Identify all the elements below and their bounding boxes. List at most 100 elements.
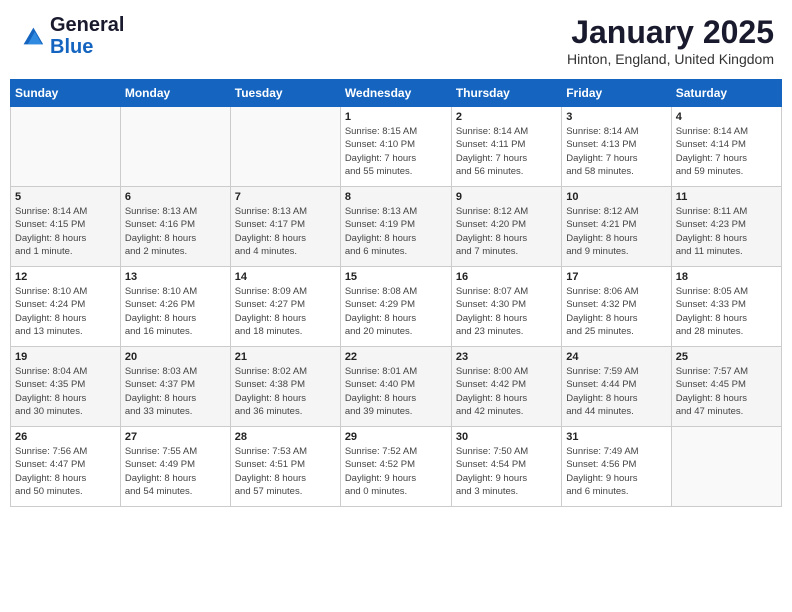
weekday-header: Wednesday bbox=[340, 80, 451, 107]
day-number: 13 bbox=[125, 271, 226, 283]
day-info: Sunrise: 8:03 AM Sunset: 4:37 PM Dayligh… bbox=[125, 365, 226, 418]
day-info: Sunrise: 7:59 AM Sunset: 4:44 PM Dayligh… bbox=[566, 365, 666, 418]
day-number: 17 bbox=[566, 271, 666, 283]
calendar-header-row: SundayMondayTuesdayWednesdayThursdayFrid… bbox=[11, 80, 782, 107]
day-number: 14 bbox=[235, 271, 336, 283]
day-number: 22 bbox=[345, 351, 447, 363]
day-info: Sunrise: 7:53 AM Sunset: 4:51 PM Dayligh… bbox=[235, 445, 336, 498]
day-info: Sunrise: 7:55 AM Sunset: 4:49 PM Dayligh… bbox=[125, 445, 226, 498]
calendar-cell bbox=[671, 427, 781, 507]
calendar-cell: 5Sunrise: 8:14 AM Sunset: 4:15 PM Daylig… bbox=[11, 187, 121, 267]
calendar-cell: 11 Sunrise: 8:11 AM Sunset: 4:23 PM Dayli… bbox=[671, 187, 781, 267]
day-info: Sunrise: 7:49 AM Sunset: 4:56 PM Dayligh… bbox=[566, 445, 666, 498]
calendar-cell: 4Sunrise: 8:14 AM Sunset: 4:14 PM Daylig… bbox=[671, 107, 781, 187]
day-info: Sunrise: 8:04 AM Sunset: 4:35 PM Dayligh… bbox=[15, 365, 116, 418]
calendar-table: SundayMondayTuesdayWednesdayThursdayFrid… bbox=[10, 79, 782, 507]
day-number: 3 bbox=[566, 111, 666, 123]
calendar-cell: 6 Sunrise: 8:13 AM Sunset: 4:16 PM Daylig… bbox=[120, 187, 230, 267]
day-number: 30 bbox=[456, 431, 557, 443]
day-info: Sunrise: 7:50 AM Sunset: 4:54 PM Dayligh… bbox=[456, 445, 557, 498]
day-info: Sunrise: 8:00 AM Sunset: 4:42 PM Dayligh… bbox=[456, 365, 557, 418]
weekday-header: Friday bbox=[562, 80, 671, 107]
calendar-week-row: 12 Sunrise: 8:10 AM Sunset: 4:24 PM Dayli… bbox=[11, 267, 782, 347]
day-info: Sunrise: 8:12 AM Sunset: 4:20 PM Dayligh… bbox=[456, 205, 557, 258]
day-info: Sunrise: 8:07 AM Sunset: 4:30 PM Dayligh… bbox=[456, 285, 557, 338]
day-number: 12 bbox=[15, 271, 116, 283]
calendar-cell: 25 Sunrise: 7:57 AM Sunset: 4:45 PM Dayli… bbox=[671, 347, 781, 427]
title-area: January 2025 Hinton, England, United Kin… bbox=[567, 14, 774, 67]
day-info: Sunrise: 8:01 AM Sunset: 4:40 PM Dayligh… bbox=[345, 365, 447, 418]
day-info: Sunrise: 8:05 AM Sunset: 4:33 PM Dayligh… bbox=[676, 285, 777, 338]
calendar-cell: 19 Sunrise: 8:04 AM Sunset: 4:35 PM Dayli… bbox=[11, 347, 121, 427]
calendar-cell: 27 Sunrise: 7:55 AM Sunset: 4:49 PM Dayli… bbox=[120, 427, 230, 507]
calendar-cell: 7 Sunrise: 8:13 AM Sunset: 4:17 PM Daylig… bbox=[230, 187, 340, 267]
calendar-cell: 9 Sunrise: 8:12 AM Sunset: 4:20 PM Daylig… bbox=[451, 187, 561, 267]
day-number: 28 bbox=[235, 431, 336, 443]
calendar-cell: 18Sunrise: 8:05 AM Sunset: 4:33 PM Dayli… bbox=[671, 267, 781, 347]
day-info: Sunrise: 8:14 AM Sunset: 4:11 PM Dayligh… bbox=[456, 125, 557, 178]
weekday-header: Tuesday bbox=[230, 80, 340, 107]
day-info: Sunrise: 8:14 AM Sunset: 4:14 PM Dayligh… bbox=[676, 125, 777, 178]
location: Hinton, England, United Kingdom bbox=[567, 51, 774, 67]
day-number: 21 bbox=[235, 351, 336, 363]
day-info: Sunrise: 7:56 AM Sunset: 4:47 PM Dayligh… bbox=[15, 445, 116, 498]
day-info: Sunrise: 8:14 AM Sunset: 4:15 PM Dayligh… bbox=[15, 205, 116, 258]
calendar-cell: 15 Sunrise: 8:08 AM Sunset: 4:29 PM Dayli… bbox=[340, 267, 451, 347]
day-number: 10 bbox=[566, 191, 666, 203]
day-number: 24 bbox=[566, 351, 666, 363]
calendar-cell: 29Sunrise: 7:52 AM Sunset: 4:52 PM Dayli… bbox=[340, 427, 451, 507]
calendar-week-row: 19 Sunrise: 8:04 AM Sunset: 4:35 PM Dayli… bbox=[11, 347, 782, 427]
day-info: Sunrise: 8:14 AM Sunset: 4:13 PM Dayligh… bbox=[566, 125, 666, 178]
day-info: Sunrise: 8:15 AM Sunset: 4:10 PM Dayligh… bbox=[345, 125, 447, 178]
day-info: Sunrise: 8:13 AM Sunset: 4:19 PM Dayligh… bbox=[345, 205, 447, 258]
calendar-cell: 8 Sunrise: 8:13 AM Sunset: 4:19 PM Daylig… bbox=[340, 187, 451, 267]
day-number: 2 bbox=[456, 111, 557, 123]
day-number: 16 bbox=[456, 271, 557, 283]
page-header: General Blue January 2025 Hinton, Englan… bbox=[10, 10, 782, 71]
day-number: 27 bbox=[125, 431, 226, 443]
calendar-cell: 23 Sunrise: 8:00 AM Sunset: 4:42 PM Dayli… bbox=[451, 347, 561, 427]
calendar-cell: 13Sunrise: 8:10 AM Sunset: 4:26 PM Dayli… bbox=[120, 267, 230, 347]
day-info: Sunrise: 8:06 AM Sunset: 4:32 PM Dayligh… bbox=[566, 285, 666, 338]
calendar-cell: 2 Sunrise: 8:14 AM Sunset: 4:11 PM Daylig… bbox=[451, 107, 561, 187]
calendar-cell: 3 Sunrise: 8:14 AM Sunset: 4:13 PM Daylig… bbox=[562, 107, 671, 187]
calendar-cell: 20Sunrise: 8:03 AM Sunset: 4:37 PM Dayli… bbox=[120, 347, 230, 427]
logo-blue: Blue bbox=[50, 36, 124, 58]
weekday-header: Monday bbox=[120, 80, 230, 107]
calendar-week-row: 26 Sunrise: 7:56 AM Sunset: 4:47 PM Dayli… bbox=[11, 427, 782, 507]
day-number: 1 bbox=[345, 111, 447, 123]
day-info: Sunrise: 7:52 AM Sunset: 4:52 PM Dayligh… bbox=[345, 445, 447, 498]
day-number: 15 bbox=[345, 271, 447, 283]
weekday-header: Saturday bbox=[671, 80, 781, 107]
logo-icon bbox=[18, 22, 46, 50]
day-info: Sunrise: 8:11 AM Sunset: 4:23 PM Dayligh… bbox=[676, 205, 777, 258]
day-number: 7 bbox=[235, 191, 336, 203]
day-info: Sunrise: 8:10 AM Sunset: 4:24 PM Dayligh… bbox=[15, 285, 116, 338]
weekday-header: Sunday bbox=[11, 80, 121, 107]
day-number: 11 bbox=[676, 191, 777, 203]
day-number: 31 bbox=[566, 431, 666, 443]
calendar-cell bbox=[120, 107, 230, 187]
day-number: 25 bbox=[676, 351, 777, 363]
calendar-cell: 30 Sunrise: 7:50 AM Sunset: 4:54 PM Dayli… bbox=[451, 427, 561, 507]
calendar-cell: 14 Sunrise: 8:09 AM Sunset: 4:27 PM Dayli… bbox=[230, 267, 340, 347]
day-info: Sunrise: 8:08 AM Sunset: 4:29 PM Dayligh… bbox=[345, 285, 447, 338]
day-number: 6 bbox=[125, 191, 226, 203]
day-number: 9 bbox=[456, 191, 557, 203]
day-number: 8 bbox=[345, 191, 447, 203]
day-number: 19 bbox=[15, 351, 116, 363]
day-info: Sunrise: 8:13 AM Sunset: 4:16 PM Dayligh… bbox=[125, 205, 226, 258]
day-info: Sunrise: 8:13 AM Sunset: 4:17 PM Dayligh… bbox=[235, 205, 336, 258]
calendar-cell: 31 Sunrise: 7:49 AM Sunset: 4:56 PM Dayli… bbox=[562, 427, 671, 507]
logo-general: General bbox=[50, 14, 124, 36]
calendar-cell: 17 Sunrise: 8:06 AM Sunset: 4:32 PM Dayli… bbox=[562, 267, 671, 347]
day-info: Sunrise: 8:09 AM Sunset: 4:27 PM Dayligh… bbox=[235, 285, 336, 338]
day-number: 23 bbox=[456, 351, 557, 363]
calendar-cell: 22 Sunrise: 8:01 AM Sunset: 4:40 PM Dayli… bbox=[340, 347, 451, 427]
weekday-header: Thursday bbox=[451, 80, 561, 107]
day-info: Sunrise: 7:57 AM Sunset: 4:45 PM Dayligh… bbox=[676, 365, 777, 418]
calendar-cell: 26 Sunrise: 7:56 AM Sunset: 4:47 PM Dayli… bbox=[11, 427, 121, 507]
logo: General Blue bbox=[18, 14, 124, 58]
calendar-cell: 10Sunrise: 8:12 AM Sunset: 4:21 PM Dayli… bbox=[562, 187, 671, 267]
day-number: 26 bbox=[15, 431, 116, 443]
